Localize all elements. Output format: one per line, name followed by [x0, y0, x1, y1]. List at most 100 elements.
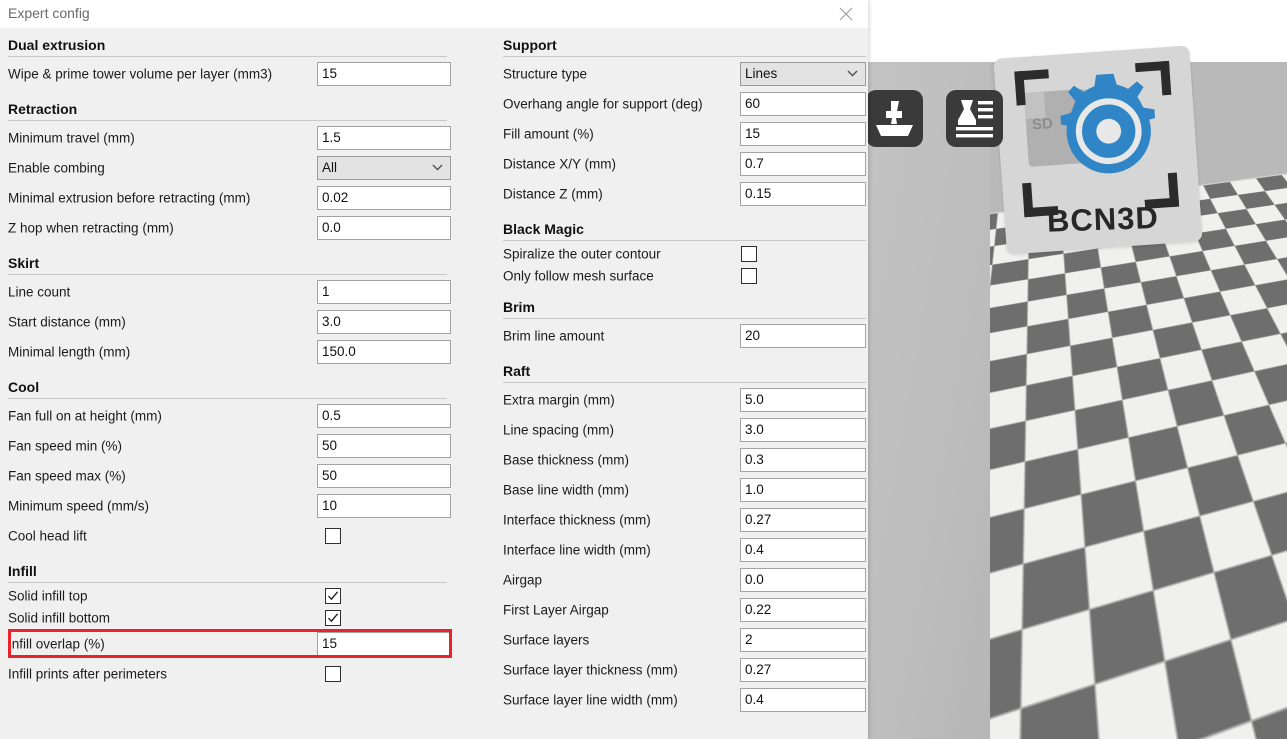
input-fill-amount[interactable]: 15 — [740, 122, 866, 146]
input-minimum-travel-mm[interactable]: 1.5 — [317, 126, 451, 150]
setting-label: Distance X/Y (mm) — [503, 157, 616, 172]
section-divider — [8, 398, 447, 399]
section-divider — [503, 318, 866, 319]
setting-label: Fill amount (%) — [503, 127, 594, 142]
setting-row-fan-speed-min: Fan speed min (%)50 — [5, 431, 447, 461]
settings-column-left: Dual extrusion Wipe & prime tower volume … — [5, 28, 447, 689]
input-base-line-width-mm[interactable]: 1.0 — [740, 478, 866, 502]
setting-row-line-count: Line count1 — [5, 277, 447, 307]
setting-row-z-hop-when-retracting-mm: Z hop when retracting (mm)0.0 — [5, 213, 447, 243]
input-infill-overlap[interactable]: 15 — [317, 632, 451, 656]
print-model-icon — [873, 97, 916, 140]
checkbox-cool-head-lift[interactable] — [325, 528, 341, 544]
input-distance-z-mm[interactable]: 0.15 — [740, 182, 866, 206]
input-overhang-angle-for-support-deg[interactable]: 60 — [740, 92, 866, 116]
check-icon — [327, 612, 339, 624]
checkbox-solid-infill-top[interactable] — [325, 588, 341, 604]
section-divider — [503, 240, 866, 241]
input-minimal-extrusion-before-retracting-mm[interactable]: 0.02 — [317, 186, 451, 210]
setting-label: Infill overlap (%) — [8, 637, 105, 652]
input-minimal-length-mm[interactable]: 150.0 — [317, 340, 451, 364]
setting-label: Surface layer line width (mm) — [503, 693, 678, 708]
setting-label: Cool head lift — [8, 529, 87, 544]
checkbox-spiralize-the-outer-contour[interactable] — [741, 246, 757, 262]
setting-row-base-thickness-mm: Base thickness (mm) 0.3 — [500, 445, 866, 475]
setting-row-wipe-prime-tower-volume-per-layer-mm3: Wipe & prime tower volume per layer (mm3… — [5, 59, 447, 89]
check-icon — [327, 590, 339, 602]
section-title-dual-extrusion: Dual extrusion — [5, 37, 447, 53]
input-minimum-speed-mm-s[interactable]: 10 — [317, 494, 451, 518]
section-divider — [8, 120, 447, 121]
section-title-skirt: Skirt — [5, 255, 447, 271]
setting-label: Solid infill bottom — [8, 611, 110, 626]
input-interface-thickness-mm[interactable]: 0.27 — [740, 508, 866, 532]
setting-row-spiralize-the-outer-contour: Spiralize the outer contour — [500, 243, 866, 265]
section-title-infill: Infill — [5, 563, 447, 579]
setting-row-overhang-angle-for-support-deg: Overhang angle for support (deg)60 — [500, 89, 866, 119]
input-surface-layer-line-width-mm[interactable]: 0.4 — [740, 688, 866, 712]
print-model-icon-button[interactable] — [866, 90, 923, 147]
checkbox-only-follow-mesh-surface[interactable] — [741, 268, 757, 284]
section-title-cool: Cool — [5, 379, 447, 395]
input-fan-speed-max[interactable]: 50 — [317, 464, 451, 488]
section-divider — [503, 56, 866, 57]
setting-row-cool-head-lift: Cool head lift — [5, 521, 447, 551]
checkbox-infill-prints-after-perimeters[interactable] — [325, 666, 341, 682]
input-start-distance-mm[interactable]: 3.0 — [317, 310, 451, 334]
input-extra-margin-mm[interactable]: 5.0 — [740, 388, 866, 412]
brand-label: BCN3D — [1004, 198, 1201, 241]
setting-row-airgap: Airgap0.0 — [500, 565, 866, 595]
select-value: Lines — [745, 66, 777, 81]
setting-row-surface-layer-thickness-mm: Surface layer thickness (mm) 0.27 — [500, 655, 866, 685]
input-base-thickness-mm[interactable]: 0.3 — [740, 448, 866, 472]
input-z-hop-when-retracting-mm[interactable]: 0.0 — [317, 216, 451, 240]
setting-label: Infill prints after perimeters — [8, 667, 167, 682]
setting-row-interface-thickness-mm: Interface thickness (mm)0.27 — [500, 505, 866, 535]
setting-label: First Layer Airgap — [503, 603, 609, 618]
chevron-down-icon — [432, 164, 443, 171]
setting-label: Minimum travel (mm) — [8, 131, 135, 146]
close-button[interactable] — [832, 2, 860, 26]
setting-row-minimal-length-mm: Minimal length (mm)150.0 — [5, 337, 447, 367]
gear-icon — [1043, 65, 1175, 197]
setting-row-surface-layers: Surface layers2 — [500, 625, 866, 655]
setting-row-minimum-speed-mm-s: Minimum speed (mm/s)10 — [5, 491, 447, 521]
setting-label: Structure type — [503, 67, 587, 82]
input-fan-full-on-at-height-mm[interactable]: 0.5 — [317, 404, 451, 428]
setting-label: Base thickness (mm) — [503, 453, 629, 468]
select-enable-combing[interactable]: All — [317, 156, 451, 180]
setting-label: Solid infill top — [8, 589, 88, 604]
viewport-left-wall — [860, 62, 990, 739]
setting-label: Minimum speed (mm/s) — [8, 499, 149, 514]
input-surface-layers[interactable]: 2 — [740, 628, 866, 652]
close-icon — [839, 7, 853, 21]
setting-row-base-line-width-mm: Base line width (mm)1.0 — [500, 475, 866, 505]
input-line-count[interactable]: 1 — [317, 280, 451, 304]
setting-row-minimum-travel-mm: Minimum travel (mm)1.5 — [5, 123, 447, 153]
setting-label: Enable combing — [8, 161, 105, 176]
setting-label: Fan full on at height (mm) — [8, 409, 162, 424]
input-wipe-prime-tower-volume-per-layer-mm3[interactable]: 15 — [317, 62, 451, 86]
input-interface-line-width-mm[interactable]: 0.4 — [740, 538, 866, 562]
dialog-title: Expert config — [8, 5, 90, 21]
setting-row-fan-speed-max: Fan speed max (%)50 — [5, 461, 447, 491]
input-line-spacing-mm[interactable]: 3.0 — [740, 418, 866, 442]
print-document-icon-button[interactable] — [946, 90, 1003, 147]
setting-row-brim-line-amount: Brim line amount20 — [500, 321, 866, 351]
section-divider — [8, 582, 447, 583]
setting-label: Surface layer thickness (mm) — [503, 663, 678, 678]
setting-row-fill-amount: Fill amount (%) 15 — [500, 119, 866, 149]
select-structure-type[interactable]: Lines — [740, 62, 866, 86]
setting-row-distance-x-y-mm: Distance X/Y (mm) 0.7 — [500, 149, 866, 179]
input-airgap[interactable]: 0.0 — [740, 568, 866, 592]
input-surface-layer-thickness-mm[interactable]: 0.27 — [740, 658, 866, 682]
checkbox-solid-infill-bottom[interactable] — [325, 610, 341, 626]
setting-row-infill-prints-after-perimeters: Infill prints after perimeters — [5, 659, 447, 689]
input-distance-x-y-mm[interactable]: 0.7 — [740, 152, 866, 176]
setting-row-structure-type: Structure type Lines — [500, 59, 866, 89]
setting-row-infill-overlap: Infill overlap (%)15 — [5, 629, 447, 659]
input-fan-speed-min[interactable]: 50 — [317, 434, 451, 458]
input-brim-line-amount[interactable]: 20 — [740, 324, 866, 348]
setting-row-distance-z-mm: Distance Z (mm)0.15 — [500, 179, 866, 209]
input-first-layer-airgap[interactable]: 0.22 — [740, 598, 866, 622]
